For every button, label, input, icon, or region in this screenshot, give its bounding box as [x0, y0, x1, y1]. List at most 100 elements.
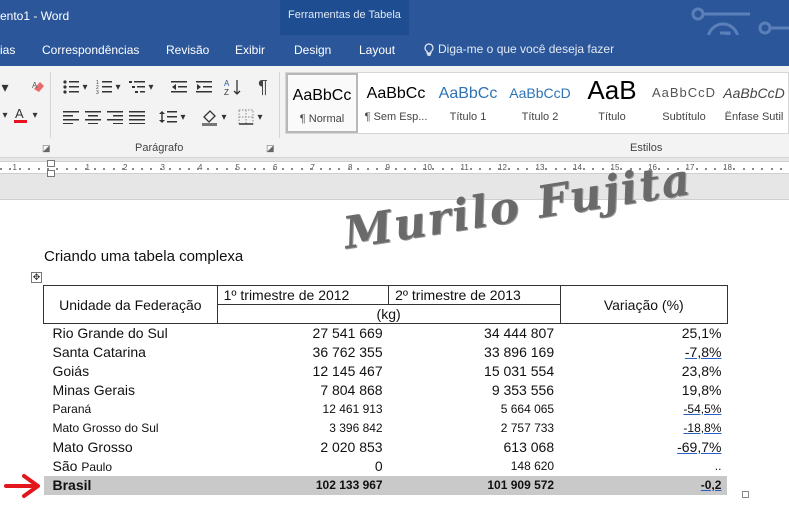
- ruler-tick: [37, 168, 40, 170]
- tab-correspondencias[interactable]: Correspondências: [42, 43, 139, 57]
- document-heading: Criando uma tabela complexa: [44, 248, 244, 265]
- cell-2012: 12 461 913: [322, 402, 383, 416]
- align-center-icon[interactable]: [82, 106, 104, 128]
- ruler-tick: [413, 168, 416, 170]
- multilevel-dropdown[interactable]: ▾: [146, 76, 156, 98]
- ruler-tick: [695, 168, 698, 170]
- style-subtitle[interactable]: AaBbCcD Subtítulo: [648, 73, 720, 133]
- line-spacing-dropdown[interactable]: ▾: [178, 106, 188, 128]
- numbering-dropdown[interactable]: ▾: [113, 76, 123, 98]
- ruler-tick: [705, 168, 707, 170]
- cell-2012: 7 804 868: [320, 382, 383, 398]
- borders-icon[interactable]: [235, 106, 257, 128]
- ruler-tick: [329, 168, 331, 170]
- style-normal[interactable]: AaBbCc ¶ Normal: [286, 73, 358, 133]
- font-color-icon[interactable]: A: [10, 104, 32, 126]
- table-row: Goiás 12 145 467 15 031 554 23,8%: [44, 362, 741, 381]
- ruler-tick: [319, 168, 322, 170]
- decrease-indent-icon[interactable]: [168, 76, 190, 98]
- bullets-icon[interactable]: [60, 76, 82, 98]
- ruler-indent-marker[interactable]: [47, 160, 55, 167]
- show-marks-icon[interactable]: ¶: [252, 76, 274, 98]
- ruler-tick: [150, 168, 153, 170]
- tab-exibir[interactable]: Exibir: [235, 43, 265, 57]
- ruler-tick: [206, 168, 209, 170]
- cell-var: 23,8%: [681, 363, 722, 379]
- ruler-tick: [545, 168, 548, 170]
- ruler-tick: [441, 168, 444, 170]
- table-resize-handle[interactable]: [742, 491, 749, 498]
- ruler-tick: [338, 168, 341, 170]
- ruler-tick: [488, 168, 491, 170]
- shading-icon[interactable]: [199, 106, 221, 128]
- cell-var: -69,7%: [677, 439, 722, 455]
- ruler-tick: [112, 168, 115, 170]
- tab-design[interactable]: Design: [294, 43, 331, 57]
- ruler-number: 1: [12, 163, 17, 172]
- style-title[interactable]: AaB Título: [576, 73, 648, 133]
- sort-icon[interactable]: AZ: [222, 76, 244, 98]
- numbering-icon[interactable]: 123: [93, 76, 115, 98]
- paragraph-dialog-launcher-icon[interactable]: ◪: [266, 143, 275, 154]
- tab-referencias[interactable]: ias: [0, 43, 15, 57]
- ruler-tick: [216, 168, 219, 170]
- header-uf: Unidade da Federação: [43, 285, 218, 324]
- style-subtle-emphasis[interactable]: AaBbCcD Ênfase Sutil: [718, 73, 789, 133]
- borders-dropdown[interactable]: ▾: [255, 106, 265, 128]
- document-page[interactable]: Criando uma tabela complexa Murilo Fujit…: [0, 154, 789, 529]
- ruler-tick: [564, 168, 566, 170]
- ruler-tick: [272, 168, 275, 170]
- bullets-dropdown[interactable]: ▾: [80, 76, 90, 98]
- ruler-tick: [75, 168, 78, 170]
- ruler-tick: [300, 168, 303, 170]
- ruler-tick: [56, 168, 59, 170]
- style-heading-1[interactable]: AaBbCc Título 1: [432, 73, 504, 133]
- ruler-tick: [498, 168, 501, 170]
- table-row: Mato Grosso 2 020 853 613 068 -69,7%: [44, 438, 741, 457]
- ruler-tick: [28, 168, 31, 170]
- multilevel-list-icon[interactable]: [126, 76, 148, 98]
- shading-dropdown[interactable]: ▾: [219, 106, 229, 128]
- font-dialog-launcher-icon[interactable]: ◪: [42, 143, 51, 154]
- cell-var: -7,8%: [684, 344, 722, 360]
- tab-revisao[interactable]: Revisão: [166, 43, 209, 57]
- cell-uf: Rio Grande do Sul: [52, 325, 168, 342]
- header-unit: (kg): [216, 304, 561, 324]
- font-color-dropdown[interactable]: ▾: [30, 104, 40, 126]
- tab-layout[interactable]: Layout: [359, 43, 395, 57]
- cell-uf: Mato Grosso do Sul: [52, 421, 159, 435]
- lightbulb-icon: [424, 43, 434, 57]
- group-separator-2: [279, 72, 280, 138]
- ruler-tick: [733, 168, 736, 170]
- highlight-dropdown[interactable]: ▾: [0, 104, 10, 126]
- line-spacing-icon[interactable]: [157, 106, 179, 128]
- align-left-icon[interactable]: [60, 106, 82, 128]
- style-no-spacing[interactable]: AaBbCc ¶ Sem Esp...: [360, 73, 432, 133]
- ruler-tick: [178, 168, 181, 170]
- style-heading-2[interactable]: AaBbCcD Título 2: [504, 73, 576, 133]
- svg-text:Z: Z: [224, 88, 229, 96]
- style-preview: AaBbCcD: [509, 85, 571, 101]
- total-var: -0,2: [560, 475, 728, 495]
- cell-2013: 33 896 169: [484, 344, 555, 360]
- style-name: Título 2: [521, 111, 559, 123]
- increase-indent-icon[interactable]: [193, 76, 215, 98]
- ruler-tick: [310, 168, 313, 170]
- ruler-tick: [742, 168, 745, 170]
- cell-var: 25,1%: [681, 325, 722, 342]
- table-move-handle-icon[interactable]: ✥: [31, 272, 42, 283]
- justify-icon[interactable]: [126, 106, 148, 128]
- ruler-tick: [432, 168, 435, 170]
- font-tool-cutoff[interactable]: ▾: [0, 76, 10, 98]
- cell-uf: Mato Grosso: [52, 439, 133, 455]
- ruler-tick: [423, 168, 425, 170]
- align-right-icon[interactable]: [104, 106, 126, 128]
- clear-format-icon[interactable]: A: [28, 76, 50, 98]
- ruler-tick: [0, 168, 2, 170]
- data-table[interactable]: Unidade da Federação 1º trimestre de 201…: [43, 285, 741, 495]
- tell-me-box[interactable]: Diga-me o que você deseja fazer: [424, 42, 614, 57]
- cell-2013: 2 757 733: [500, 421, 555, 435]
- ruler-tick: [752, 168, 754, 170]
- ruler-hanging-marker[interactable]: [47, 170, 55, 177]
- ruler-tick: [366, 168, 369, 170]
